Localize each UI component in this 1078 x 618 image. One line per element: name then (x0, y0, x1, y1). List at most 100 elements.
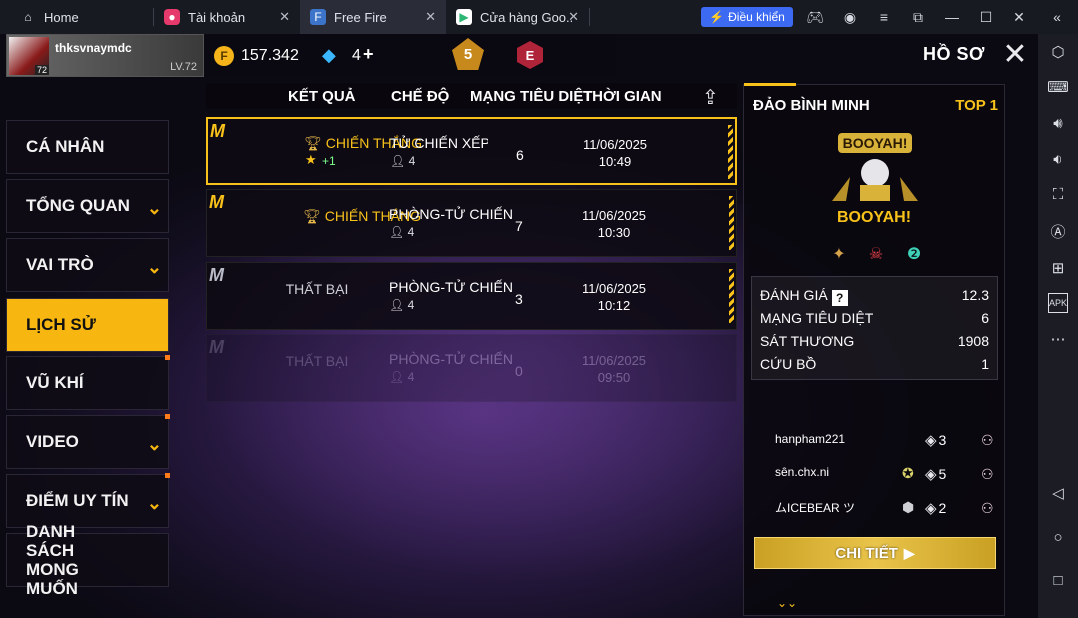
sidebar-item-label: VAI TRÒ (26, 255, 94, 274)
teammate-badge-icon: ✪ (902, 465, 914, 481)
chevron-down-icon: ⌄ (146, 493, 162, 513)
rotate-icon[interactable]: Ⓐ (1048, 221, 1068, 241)
tab-home[interactable]: ⌂ Home (0, 0, 153, 34)
trophy-icon: 🏆︎ (304, 135, 326, 151)
sidebar-item-ca-nhan[interactable]: CÁ NHÂN (6, 120, 169, 174)
teammate-kills-value: 3 (938, 432, 947, 448)
sidebar-item-label: ĐIỂM UY TÍN (26, 491, 129, 510)
match-date: 11/06/2025 (581, 208, 647, 223)
sidebar-item-vu-khi[interactable]: VŨ KHÍ (6, 355, 170, 410)
more-icon[interactable]: ⋯ (1048, 329, 1068, 349)
back-icon[interactable]: ◁ (1048, 483, 1068, 503)
help-icon[interactable]: ? (831, 290, 848, 306)
sidebar-item-label: LỊCH SỬ (26, 315, 96, 334)
notification-dot (165, 414, 170, 419)
chevron-down-icon: ⌄ (146, 198, 162, 218)
result-label: THẤT BẠI (285, 281, 349, 297)
add-friend-icon[interactable]: ⚇ (981, 500, 997, 516)
scroll-more-icon[interactable]: ⌄⌄ (777, 596, 797, 610)
teammate-name[interactable]: ムICEBEAR ツ (775, 499, 855, 516)
page-title: HỒ SƠ (923, 44, 985, 64)
match-date: 11/06/2025 (581, 353, 647, 368)
match-detail-panel: ĐẢO BÌNH MINH TOP 1 BOOYAH! BOOYAH! ✦ ☠ … (743, 83, 1005, 616)
table-row[interactable]: M THẤT BẠI PHÒNG-TỬ CHIẾN 👤︎ 4 0 11/06/2… (206, 334, 737, 402)
sidebar-item-label: TỔNG QUAN (26, 196, 130, 215)
match-stats-box: ĐÁNH GIÁ? 12.3 MẠNG TIÊU DIỆT 6 SÁT THƯƠ… (751, 276, 998, 380)
volume-down-icon[interactable]: 🔉︎ (1048, 149, 1068, 169)
maximize-icon[interactable]: ☐ (977, 8, 995, 26)
add-friend-icon[interactable]: ⚇ (981, 466, 997, 482)
stat-label: ĐÁNH GIÁ? (760, 287, 848, 306)
column-header-mode: CHẾ ĐỘ (391, 88, 450, 105)
match-datetime: 11/06/2025 10:12 (573, 280, 655, 314)
players-count: 👤︎ 4 (389, 298, 414, 312)
control-button[interactable]: ⚡ Điều khiển (701, 7, 793, 27)
play-store-icon: ▶ (456, 9, 472, 25)
players-value: 4 (408, 154, 416, 168)
tab-freefire[interactable]: F Free Fire ✕ (300, 0, 446, 34)
player-level: LV.72 (170, 61, 197, 73)
sidebar-item-vai-tro[interactable]: VAI TRÒ ⌄ (6, 238, 169, 292)
share-icon[interactable]: ⇪ (702, 85, 728, 109)
close-icon[interactable]: ✕ (1000, 40, 1030, 71)
sidebar-item-diem-uy-tin[interactable]: ĐIỂM UY TÍN ⌄ (6, 473, 170, 528)
close-icon[interactable]: ✕ (568, 9, 579, 25)
close-window-icon[interactable]: ✕ (1010, 8, 1028, 26)
restore-icon[interactable]: ⧉ (909, 8, 927, 26)
menu-icon[interactable]: ≡ (875, 8, 893, 26)
achievement-badge-icon[interactable]: ✦ (824, 240, 854, 268)
table-row[interactable]: M 🏆︎ CHIẾN THẮNG PHÒNG-TỬ CHIẾN 👤︎ 4 7 1… (206, 189, 737, 257)
row-stripe (728, 125, 733, 179)
keyboard-icon[interactable]: ⌨ (1047, 77, 1069, 97)
teammate-kills: ◈ 3 (925, 431, 946, 449)
minimize-icon[interactable]: — (943, 8, 961, 26)
volume-up-icon[interactable]: 🔊︎ (1048, 113, 1068, 133)
teammate-name[interactable]: sên.chx.ni (775, 465, 829, 479)
fullscreen-icon[interactable]: ⛶ (1048, 184, 1068, 204)
play-arrow-icon: ▶ (903, 544, 915, 561)
star-bonus: +1 (322, 154, 336, 168)
home-circle-icon[interactable]: ○ (1048, 527, 1068, 547)
close-icon[interactable]: ✕ (425, 9, 436, 25)
tab-label: Home (44, 9, 79, 25)
match-result-title: BOOYAH! (836, 209, 912, 226)
avatar-level: 72 (35, 65, 50, 75)
settings-hex-icon[interactable]: ⬡ (1048, 42, 1068, 62)
mode-label: PHÒNG-TỬ CHIẾN (389, 351, 513, 367)
add-friend-icon[interactable]: ⚇ (981, 432, 997, 448)
add-window-icon[interactable]: ⊞ (1048, 258, 1068, 278)
match-time: 10:49 (598, 154, 632, 169)
user-icon[interactable]: ◉ (841, 8, 859, 26)
detail-button[interactable]: CHI TIẾT ▶ (754, 537, 996, 569)
recent-apps-icon[interactable]: □ (1048, 570, 1068, 590)
table-row[interactable]: M THẤT BẠI PHÒNG-TỬ CHIẾN 👤︎ 4 3 11/06/2… (206, 262, 737, 330)
gamepad-icon[interactable]: 🎮︎ (806, 8, 824, 26)
players-value: 4 (407, 370, 415, 384)
row-stripe (729, 269, 734, 323)
tab-play-store[interactable]: ▶ Cửa hàng Goo... ✕ (446, 0, 589, 34)
skull-badge-icon[interactable]: ☠ (861, 240, 891, 268)
apk-icon[interactable]: APK (1048, 293, 1068, 313)
tab-account[interactable]: ● Tài khoản ✕ (154, 0, 300, 34)
teammate-name[interactable]: hanpham221 (775, 432, 845, 446)
match-datetime: 11/06/2025 10:49 (574, 136, 656, 170)
player-card[interactable]: 72 thksvnaymdc LV.72 (6, 34, 204, 77)
coin-balance: 157.342 (241, 47, 299, 64)
lightning-icon: ⚡ (709, 10, 725, 24)
close-icon[interactable]: ✕ (279, 9, 290, 25)
sidebar-item-tong-quan[interactable]: TỔNG QUAN ⌄ (6, 179, 169, 233)
sidebar-item-danh-sach[interactable]: DANH SÁCH MONG MUỐN (6, 522, 169, 598)
teammate-kills: ◈ 5 (925, 465, 946, 483)
players-value: 4 (407, 298, 415, 312)
sidebar-item-video[interactable]: VIDEO ⌄ (6, 414, 170, 469)
second-badge-icon[interactable]: ❷ (899, 240, 929, 268)
add-diamond-button[interactable]: + (363, 44, 374, 65)
emulator-toolbar: ⬡ ⌨ 🔊︎ 🔉︎ ⛶ Ⓐ ⊞ APK ⋯ ◁ ○ □ (1038, 34, 1078, 618)
kills-value: 0 (515, 363, 523, 379)
collapse-sidebar-icon[interactable]: « (1048, 8, 1066, 26)
stat-value: 1908 (957, 333, 989, 349)
sidebar-item-lich-su[interactable]: LỊCH SỬ (6, 298, 169, 352)
table-row[interactable]: M 🏆︎ CHIẾN THẮNG ★ +1 TỬ CHIẾN XẾP HẠNG … (206, 117, 737, 185)
teammate-kills-value: 5 (938, 466, 947, 482)
match-time: 10:12 (597, 298, 631, 313)
